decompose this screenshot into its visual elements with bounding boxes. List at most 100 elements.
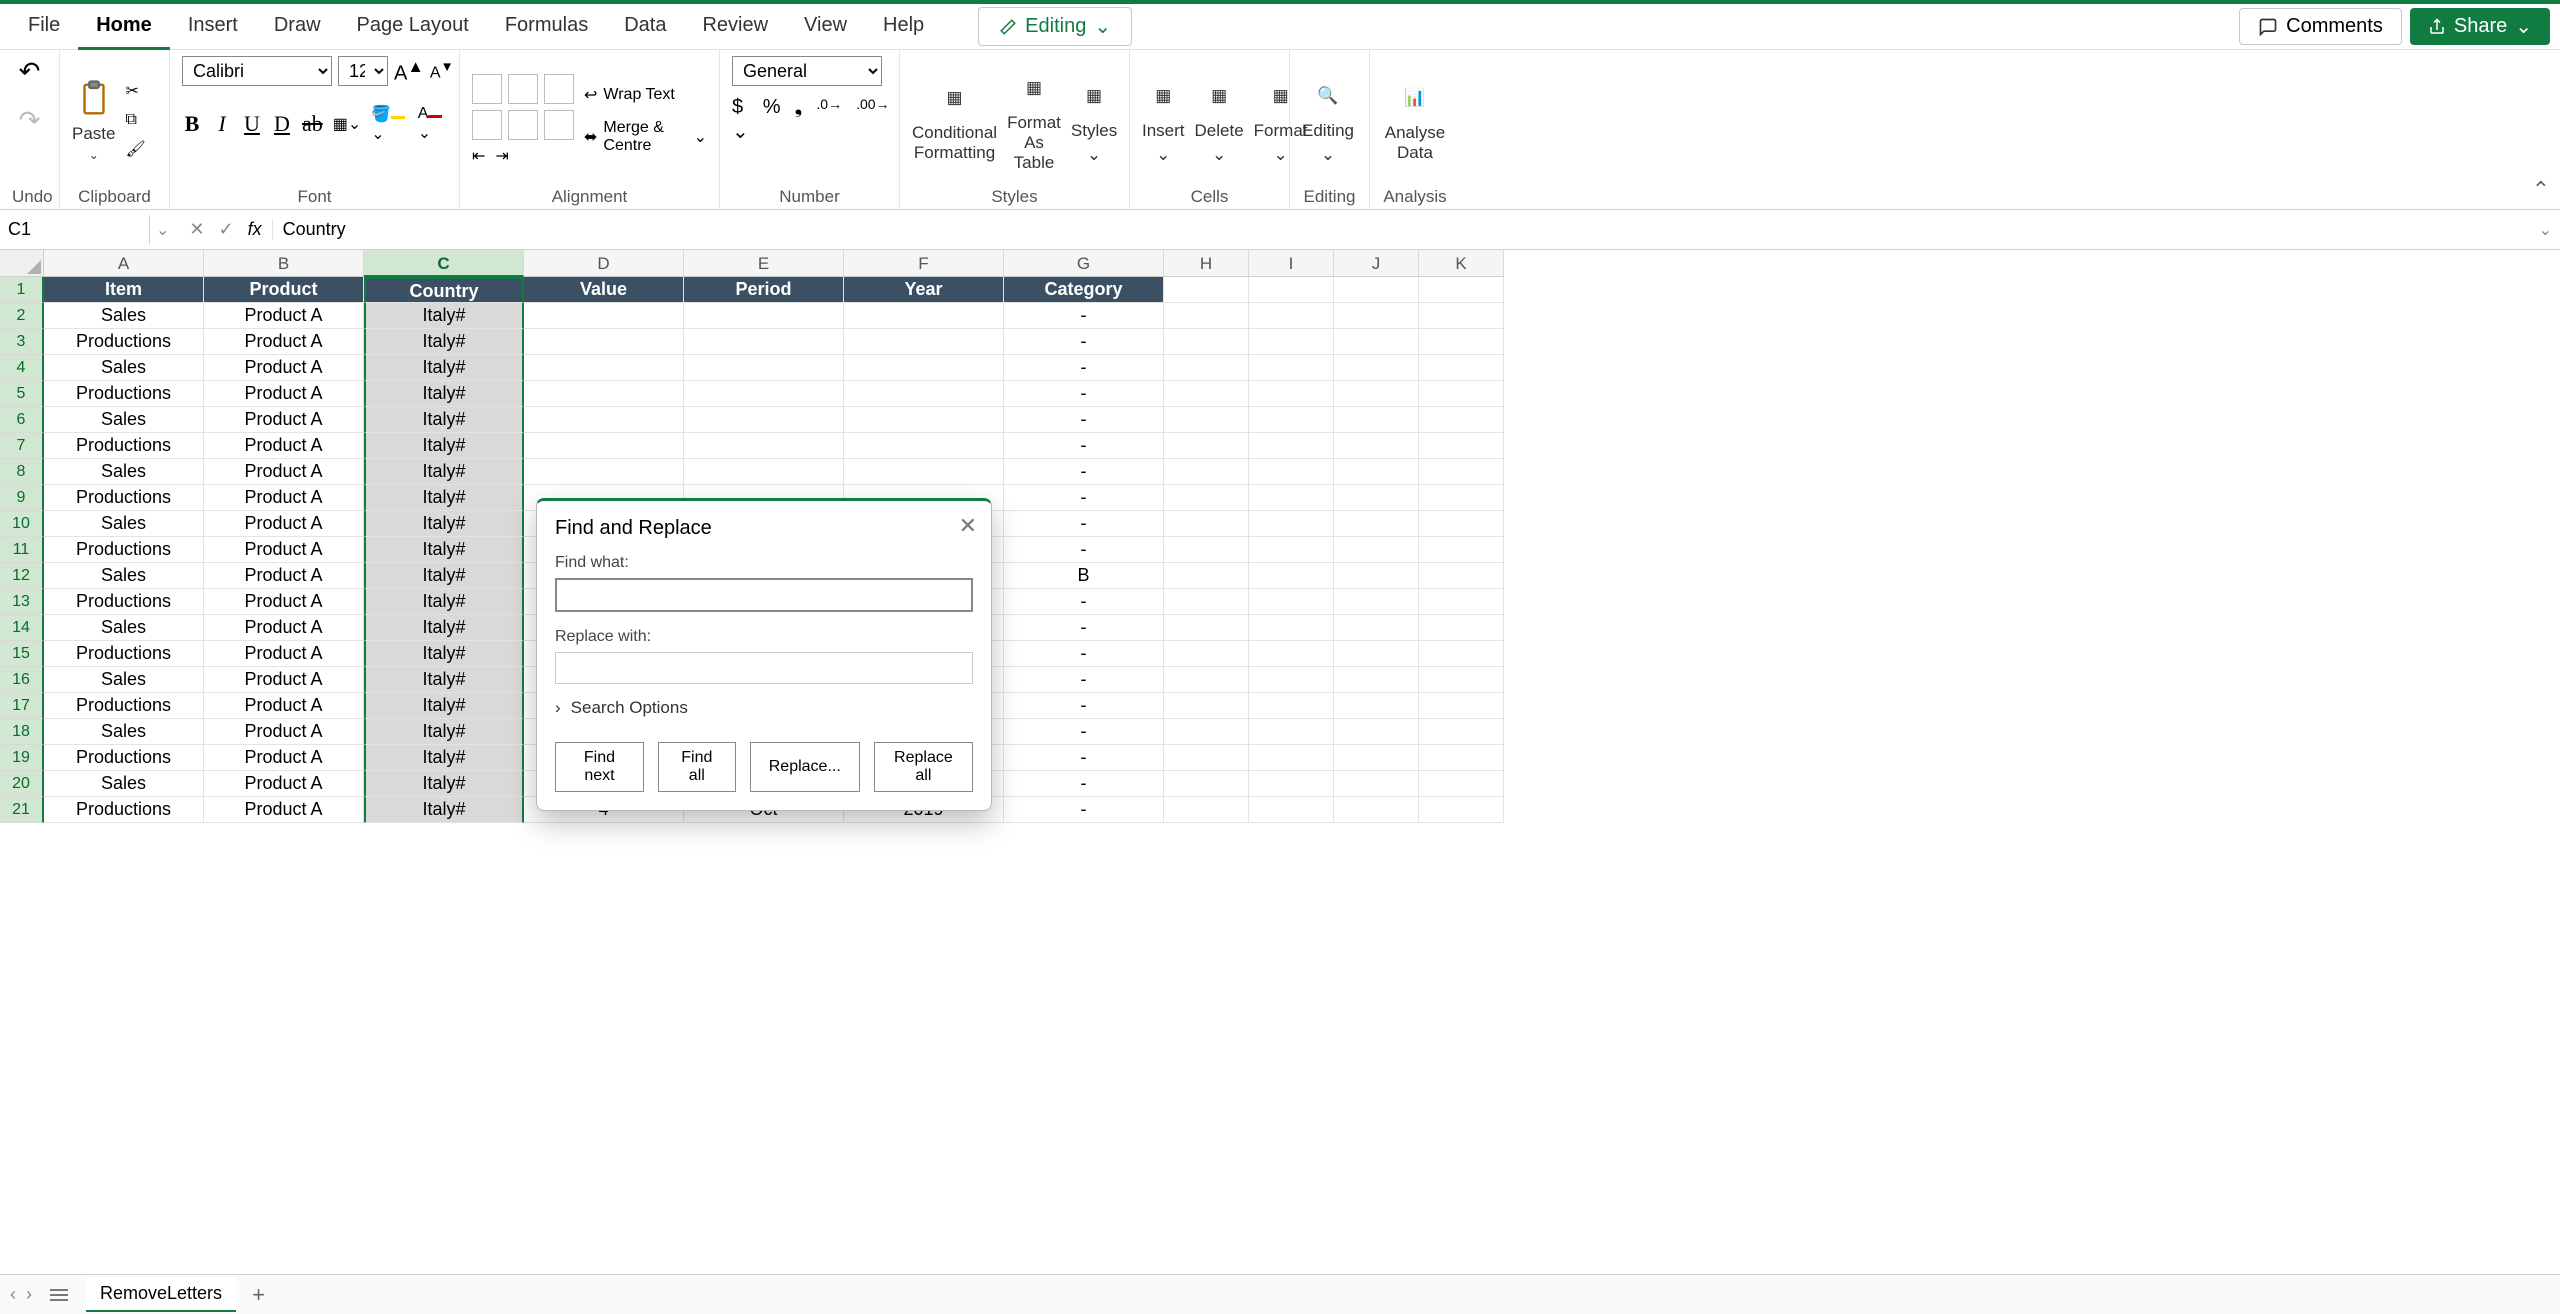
- comma-button[interactable]: ❟: [795, 96, 803, 144]
- cell[interactable]: [1249, 407, 1334, 433]
- cell[interactable]: Productions: [44, 329, 204, 355]
- cell[interactable]: Product A: [204, 511, 364, 537]
- decrease-indent-icon[interactable]: ⇤: [472, 146, 485, 166]
- col-header-J[interactable]: J: [1334, 250, 1419, 277]
- cell[interactable]: [1164, 459, 1249, 485]
- col-header-H[interactable]: H: [1164, 250, 1249, 277]
- cell[interactable]: [684, 433, 844, 459]
- cell[interactable]: Product A: [204, 693, 364, 719]
- cell[interactable]: [1334, 485, 1419, 511]
- cell[interactable]: Product A: [204, 407, 364, 433]
- cell[interactable]: [684, 329, 844, 355]
- cell[interactable]: Item: [44, 277, 204, 303]
- cell[interactable]: [1164, 303, 1249, 329]
- cell[interactable]: [1164, 719, 1249, 745]
- cell[interactable]: [1249, 641, 1334, 667]
- cell[interactable]: [844, 433, 1004, 459]
- cell[interactable]: Productions: [44, 745, 204, 771]
- cell[interactable]: [1164, 615, 1249, 641]
- cell[interactable]: Product A: [204, 485, 364, 511]
- cell[interactable]: [1164, 589, 1249, 615]
- cell[interactable]: [1164, 381, 1249, 407]
- row-header[interactable]: 18: [0, 719, 44, 745]
- name-box[interactable]: [0, 215, 150, 244]
- cell[interactable]: [1419, 537, 1504, 563]
- cell[interactable]: Year: [844, 277, 1004, 303]
- cell[interactable]: Italy#: [364, 329, 524, 355]
- cell[interactable]: Sales: [44, 615, 204, 641]
- cell[interactable]: [1419, 719, 1504, 745]
- select-all-corner[interactable]: [0, 250, 44, 277]
- borders-button[interactable]: ▦⌄: [333, 114, 362, 134]
- cell[interactable]: [1419, 667, 1504, 693]
- cell[interactable]: Italy#: [364, 381, 524, 407]
- cell[interactable]: [684, 381, 844, 407]
- cell[interactable]: [684, 407, 844, 433]
- cell[interactable]: -: [1004, 355, 1164, 381]
- cell[interactable]: [1334, 797, 1419, 823]
- cell[interactable]: [1249, 381, 1334, 407]
- cell[interactable]: [844, 303, 1004, 329]
- menu-tab-page-layout[interactable]: Page Layout: [339, 4, 487, 50]
- cell[interactable]: Italy#: [364, 433, 524, 459]
- cell[interactable]: [524, 381, 684, 407]
- cell[interactable]: [1249, 563, 1334, 589]
- cell[interactable]: Italy#: [364, 563, 524, 589]
- number-format-select[interactable]: General: [732, 56, 882, 86]
- cell[interactable]: [1419, 277, 1504, 303]
- sheet-nav-prev-icon[interactable]: ‹: [10, 1284, 16, 1305]
- cell[interactable]: [1334, 329, 1419, 355]
- conditional-formatting-button[interactable]: ▦Conditional Formatting: [912, 77, 997, 163]
- cell[interactable]: [1249, 719, 1334, 745]
- cell[interactable]: Product A: [204, 771, 364, 797]
- cell[interactable]: [1334, 537, 1419, 563]
- find-what-input[interactable]: [555, 578, 973, 612]
- increase-decimal-button[interactable]: .0→: [816, 96, 842, 144]
- cell[interactable]: [1334, 771, 1419, 797]
- cell[interactable]: Italy#: [364, 485, 524, 511]
- cell[interactable]: [684, 355, 844, 381]
- row-header[interactable]: 20: [0, 771, 44, 797]
- cell[interactable]: [1334, 667, 1419, 693]
- cell[interactable]: [1249, 355, 1334, 381]
- menu-tab-formulas[interactable]: Formulas: [487, 4, 606, 50]
- cell[interactable]: [844, 459, 1004, 485]
- cell[interactable]: -: [1004, 537, 1164, 563]
- cell[interactable]: [1249, 433, 1334, 459]
- cell[interactable]: Italy#: [364, 667, 524, 693]
- cell[interactable]: Product: [204, 277, 364, 303]
- row-header[interactable]: 4: [0, 355, 44, 381]
- fx-icon[interactable]: fx: [248, 219, 273, 240]
- cell[interactable]: [1249, 615, 1334, 641]
- cell[interactable]: Product A: [204, 797, 364, 823]
- cell[interactable]: [1249, 537, 1334, 563]
- cell[interactable]: Product A: [204, 641, 364, 667]
- col-header-G[interactable]: G: [1004, 250, 1164, 277]
- cell[interactable]: [1334, 511, 1419, 537]
- cell[interactable]: Product A: [204, 459, 364, 485]
- cell[interactable]: -: [1004, 693, 1164, 719]
- cell[interactable]: Italy#: [364, 719, 524, 745]
- cell[interactable]: [1334, 381, 1419, 407]
- cell[interactable]: Product A: [204, 381, 364, 407]
- row-header[interactable]: 9: [0, 485, 44, 511]
- cell[interactable]: [844, 329, 1004, 355]
- cell[interactable]: Product A: [204, 589, 364, 615]
- cell[interactable]: -: [1004, 459, 1164, 485]
- currency-button[interactable]: $ ⌄: [732, 96, 749, 144]
- cell[interactable]: Product A: [204, 667, 364, 693]
- cell[interactable]: [1419, 693, 1504, 719]
- expand-formula-bar-icon[interactable]: ⌄: [2539, 220, 2552, 240]
- cell[interactable]: -: [1004, 745, 1164, 771]
- cell[interactable]: Sales: [44, 771, 204, 797]
- cell[interactable]: [1419, 797, 1504, 823]
- cell[interactable]: Product A: [204, 745, 364, 771]
- row-header[interactable]: 5: [0, 381, 44, 407]
- cell[interactable]: Period: [684, 277, 844, 303]
- row-header[interactable]: 7: [0, 433, 44, 459]
- cell[interactable]: -: [1004, 433, 1164, 459]
- cell[interactable]: [1334, 641, 1419, 667]
- cell[interactable]: [1419, 589, 1504, 615]
- cell[interactable]: B: [1004, 563, 1164, 589]
- cell[interactable]: [1249, 459, 1334, 485]
